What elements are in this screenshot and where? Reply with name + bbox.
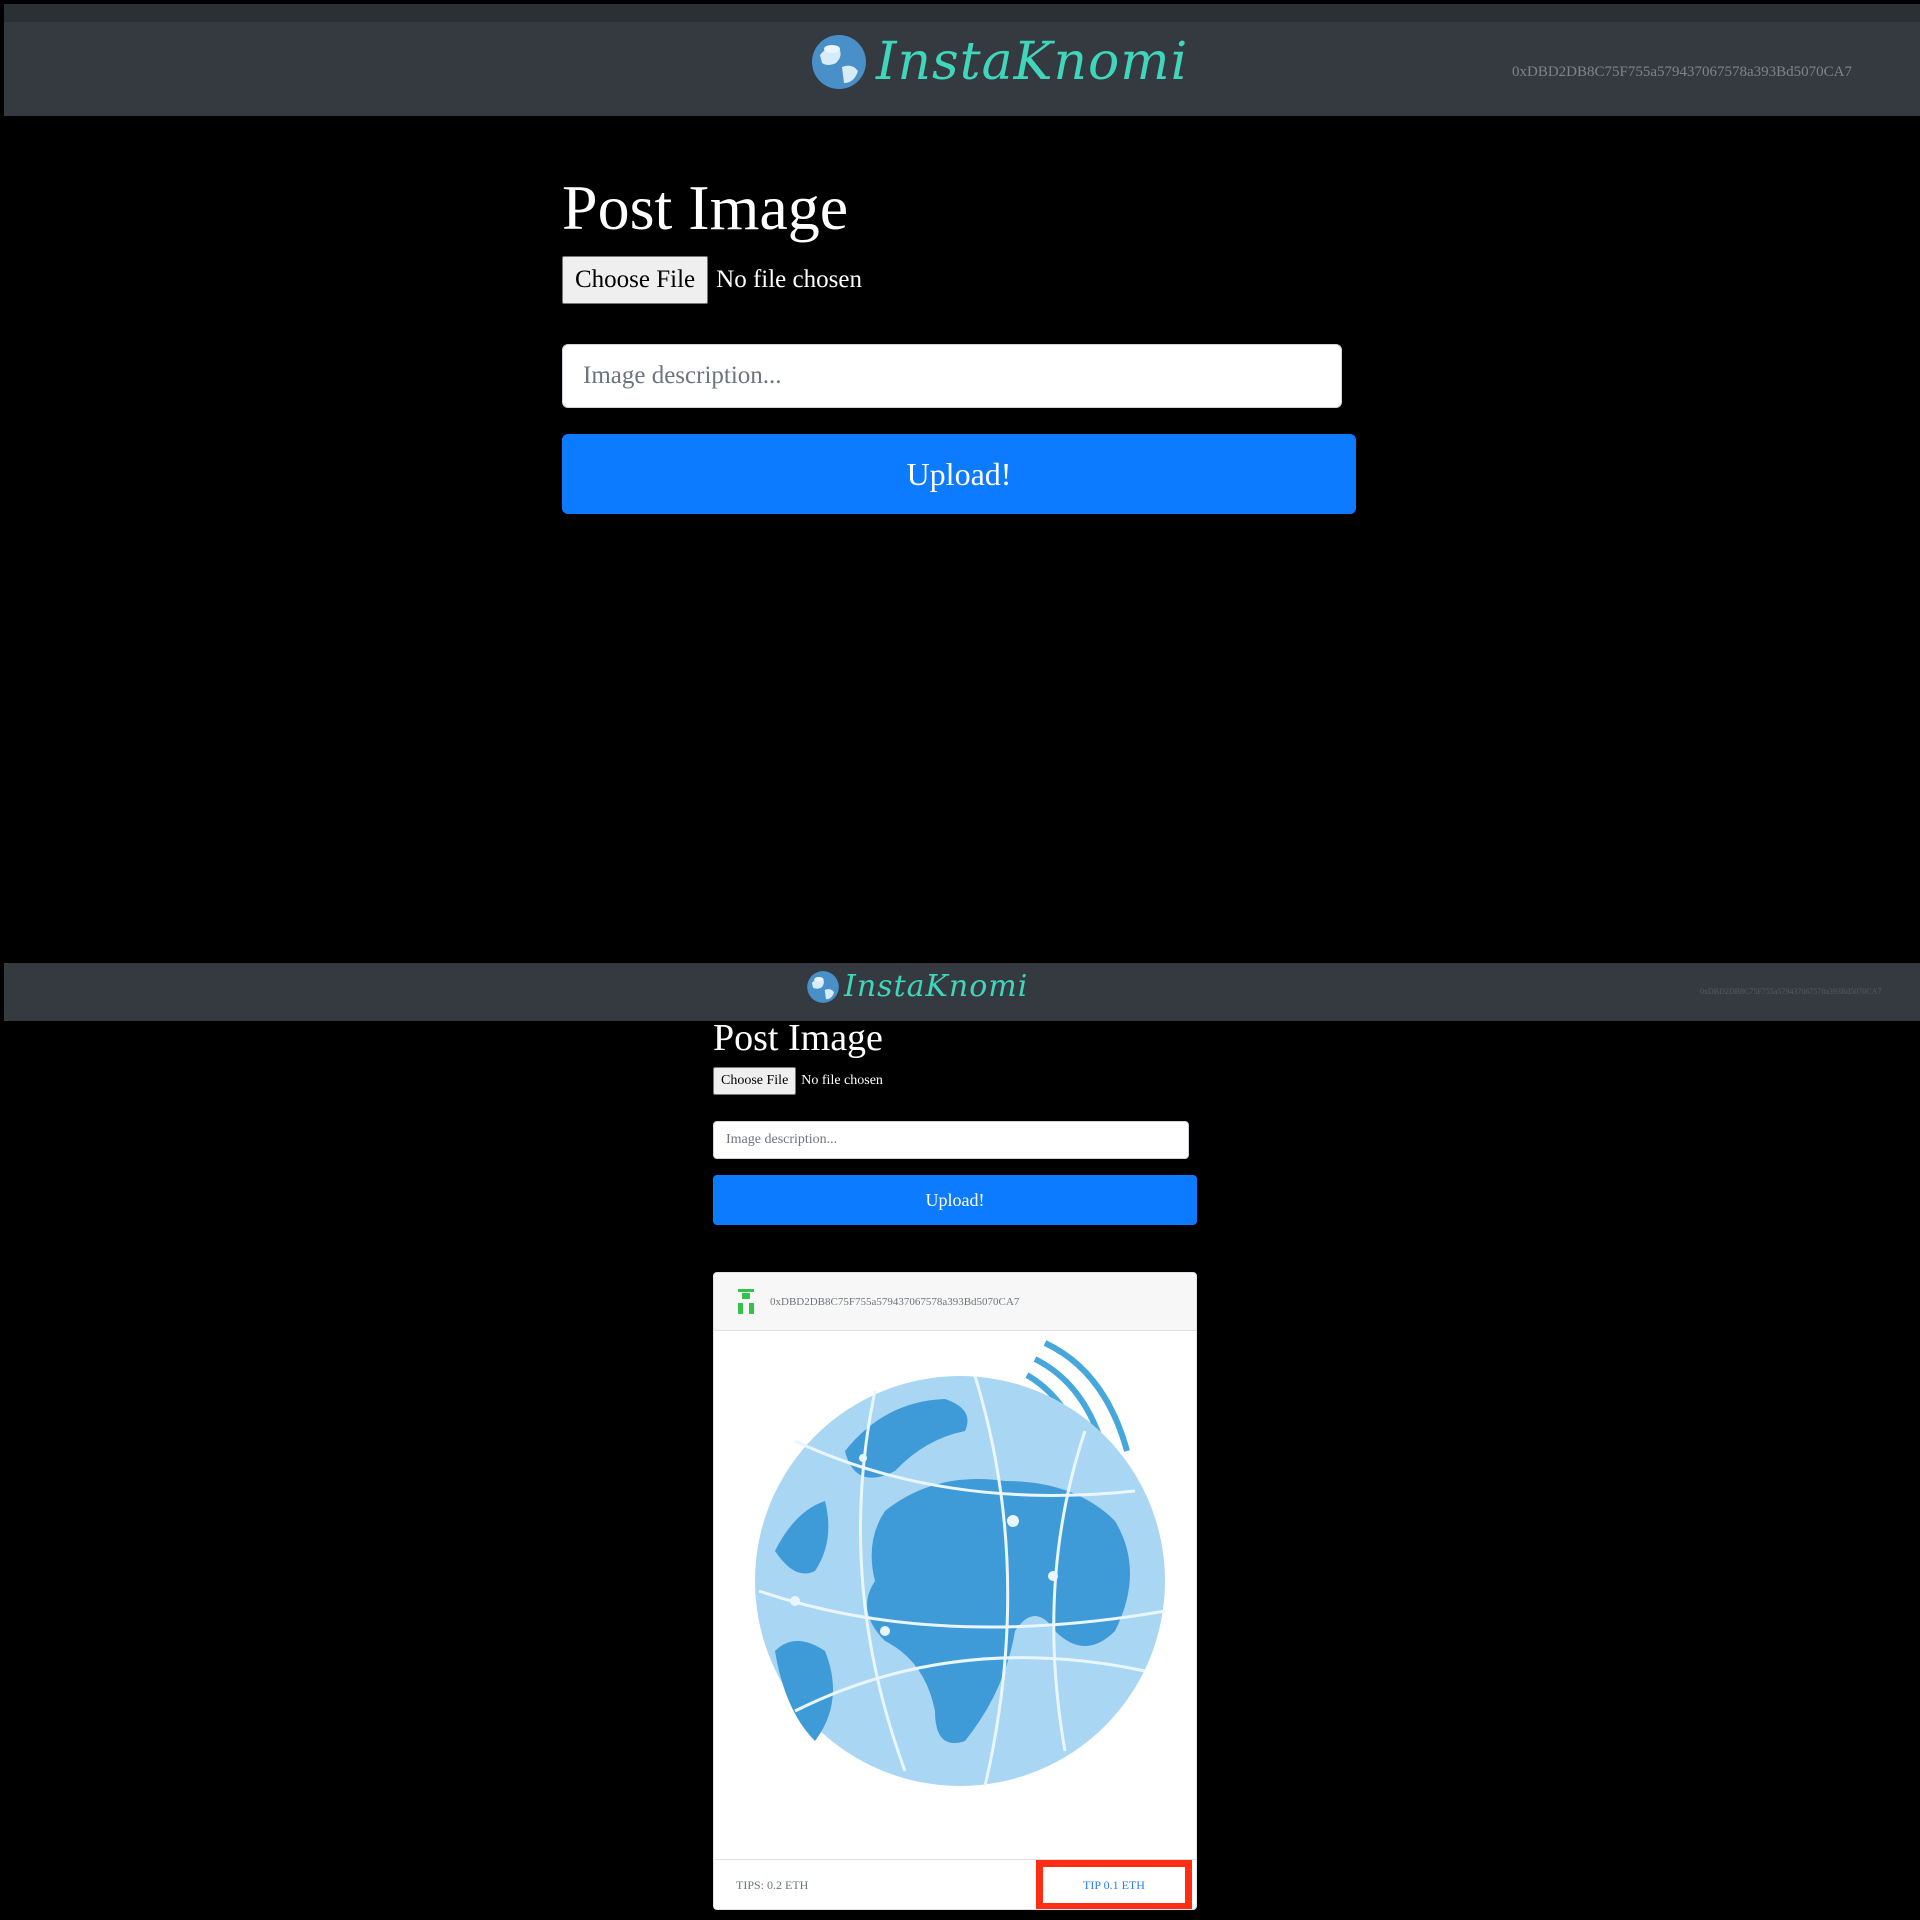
account-address: 0xDBD2DB8C75F755a579437067578a393Bd5070C… bbox=[1700, 987, 1882, 996]
file-picker: Choose File No file chosen bbox=[713, 1067, 1199, 1095]
post-header: 0xDBD2DB8C75F755a579437067578a393Bd5070C… bbox=[714, 1273, 1196, 1331]
post-author: 0xDBD2DB8C75F755a579437067578a393Bd5070C… bbox=[770, 1295, 1020, 1308]
tip-button[interactable]: TIP 0.1 ETH bbox=[1036, 1860, 1192, 1909]
navbar: InstaKnomi 0xDBD2DB8C75F755a579437067578… bbox=[4, 4, 1920, 116]
navbar: InstaKnomi 0xDBD2DB8C75F755a579437067578… bbox=[4, 963, 1920, 1021]
globe-illustration bbox=[755, 1340, 1166, 1787]
image-description-input[interactable] bbox=[713, 1121, 1189, 1159]
screenshot-before: InstaKnomi 0xDBD2DB8C75F755a579437067578… bbox=[4, 4, 1920, 957]
post-image-form: Post Image Choose File No file chosen Up… bbox=[562, 172, 1358, 514]
image-description-input[interactable] bbox=[562, 344, 1342, 408]
upload-button[interactable]: Upload! bbox=[562, 434, 1356, 514]
post-footer: TIPS: 0.2 ETH TIP 0.1 ETH bbox=[714, 1859, 1196, 1909]
globe-icon bbox=[812, 35, 866, 89]
file-picker: Choose File No file chosen bbox=[562, 256, 1358, 304]
file-status: No file chosen bbox=[716, 266, 862, 293]
post-image bbox=[714, 1331, 1196, 1859]
account-address: 0xDBD2DB8C75F755a579437067578a393Bd5070C… bbox=[1512, 64, 1853, 80]
screenshot-after: InstaKnomi 0xDBD2DB8C75F755a579437067578… bbox=[4, 963, 1920, 1920]
page-title: Post Image bbox=[562, 172, 849, 243]
globe-icon bbox=[807, 970, 839, 1003]
post-image-form: Post Image Choose File No file chosen Up… bbox=[713, 1017, 1199, 1225]
brand-logo[interactable]: InstaKnomi bbox=[810, 32, 1188, 92]
brand-name: InstaKnomi bbox=[844, 969, 1029, 1004]
tips-total: TIPS: 0.2 ETH bbox=[736, 1878, 809, 1892]
brand-name: InstaKnomi bbox=[876, 32, 1189, 92]
choose-file-button[interactable]: Choose File bbox=[562, 256, 709, 304]
choose-file-button[interactable]: Choose File bbox=[713, 1067, 797, 1095]
upload-button[interactable]: Upload! bbox=[713, 1175, 1197, 1225]
brand-logo[interactable]: InstaKnomi bbox=[806, 969, 1028, 1004]
post-card: 0xDBD2DB8C75F755a579437067578a393Bd5070C… bbox=[713, 1272, 1197, 1910]
page-title: Post Image bbox=[713, 1017, 883, 1059]
file-status: No file chosen bbox=[801, 1073, 883, 1088]
avatar-identicon bbox=[738, 1288, 754, 1314]
